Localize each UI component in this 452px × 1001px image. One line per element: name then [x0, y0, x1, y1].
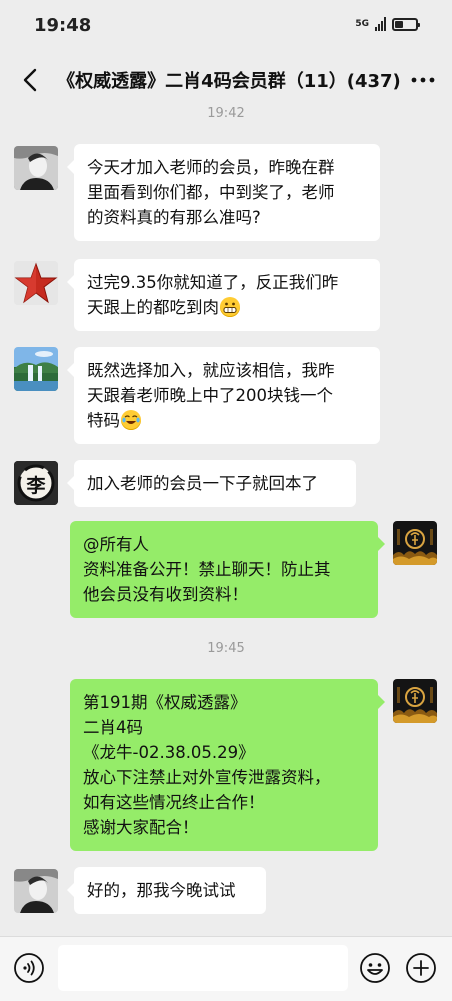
laughing-tears-emoji-icon — [121, 410, 141, 430]
message-bubble-self[interactable]: 第191期《权威透露》 二肖4码 《龙牛-02.38.05.29》 放心下注禁止… — [70, 679, 385, 851]
avatar-man-photo[interactable] — [14, 146, 58, 190]
more-options-icon[interactable] — [410, 72, 436, 88]
timestamp: 19:45 — [207, 641, 245, 656]
status-icons: 5G — [355, 17, 420, 31]
person-photo-icon — [14, 146, 58, 190]
timestamp: 19:42 — [207, 106, 245, 121]
chat-header: 《权威透露》二肖4码会员群（11）(437) — [0, 52, 452, 108]
message-bubble[interactable]: 好的，那我今晚试试 — [67, 867, 266, 914]
waterfall-landscape-icon — [14, 347, 58, 391]
golden-crowd-icon — [393, 521, 437, 565]
avatar-li-calligraphy[interactable]: 李 — [14, 461, 58, 505]
chat-title: 《权威透露》二肖4码会员群（11）(437) — [57, 71, 401, 92]
signal-icon — [375, 17, 386, 31]
message-input[interactable] — [58, 945, 348, 991]
avatar-man-photo[interactable] — [14, 869, 58, 913]
emoji-picker-icon[interactable] — [359, 952, 391, 984]
chat-input-bar — [0, 936, 452, 1001]
avatar-waterfall[interactable] — [14, 347, 58, 391]
back-arrow-icon[interactable] — [18, 66, 46, 94]
avatar-group-owner[interactable] — [393, 521, 437, 565]
message-bubble[interactable]: 今天才加入老师的会员，昨晚在群 里面看到你们都，中到奖了，老师 的资料真的有那么… — [67, 144, 380, 241]
avatar-character: 李 — [26, 475, 46, 497]
golden-crowd-icon — [393, 679, 437, 723]
battery-icon — [392, 17, 420, 31]
voice-input-icon[interactable] — [13, 952, 45, 984]
avatar-group-owner[interactable] — [393, 679, 437, 723]
add-more-icon[interactable] — [405, 952, 437, 984]
message-bubble-self[interactable]: @所有人 资料准备公开！禁止聊天！防止其 他会员没有收到资料！ — [70, 521, 385, 618]
message-bubble[interactable]: 加入老师的会员一下子就回本了 — [67, 460, 356, 507]
network-type: 5G — [355, 18, 369, 29]
message-text: 过完9.35你就知道了，反正我们昨 天跟上的都吃到肉 — [87, 273, 339, 317]
message-bubble[interactable]: 既然选择加入，就应该相信，我昨 天跟着老师晚上中了200块钱一个 特码 — [67, 347, 380, 444]
avatar-red-star[interactable] — [14, 261, 58, 305]
red-star-icon — [14, 261, 58, 305]
person-photo-icon — [14, 869, 58, 913]
status-bar: 19:48 5G — [0, 0, 452, 52]
grinning-emoji-icon — [220, 297, 240, 317]
status-time: 19:48 — [34, 15, 92, 36]
message-bubble[interactable]: 过完9.35你就知道了，反正我们昨 天跟上的都吃到肉 — [67, 259, 380, 331]
